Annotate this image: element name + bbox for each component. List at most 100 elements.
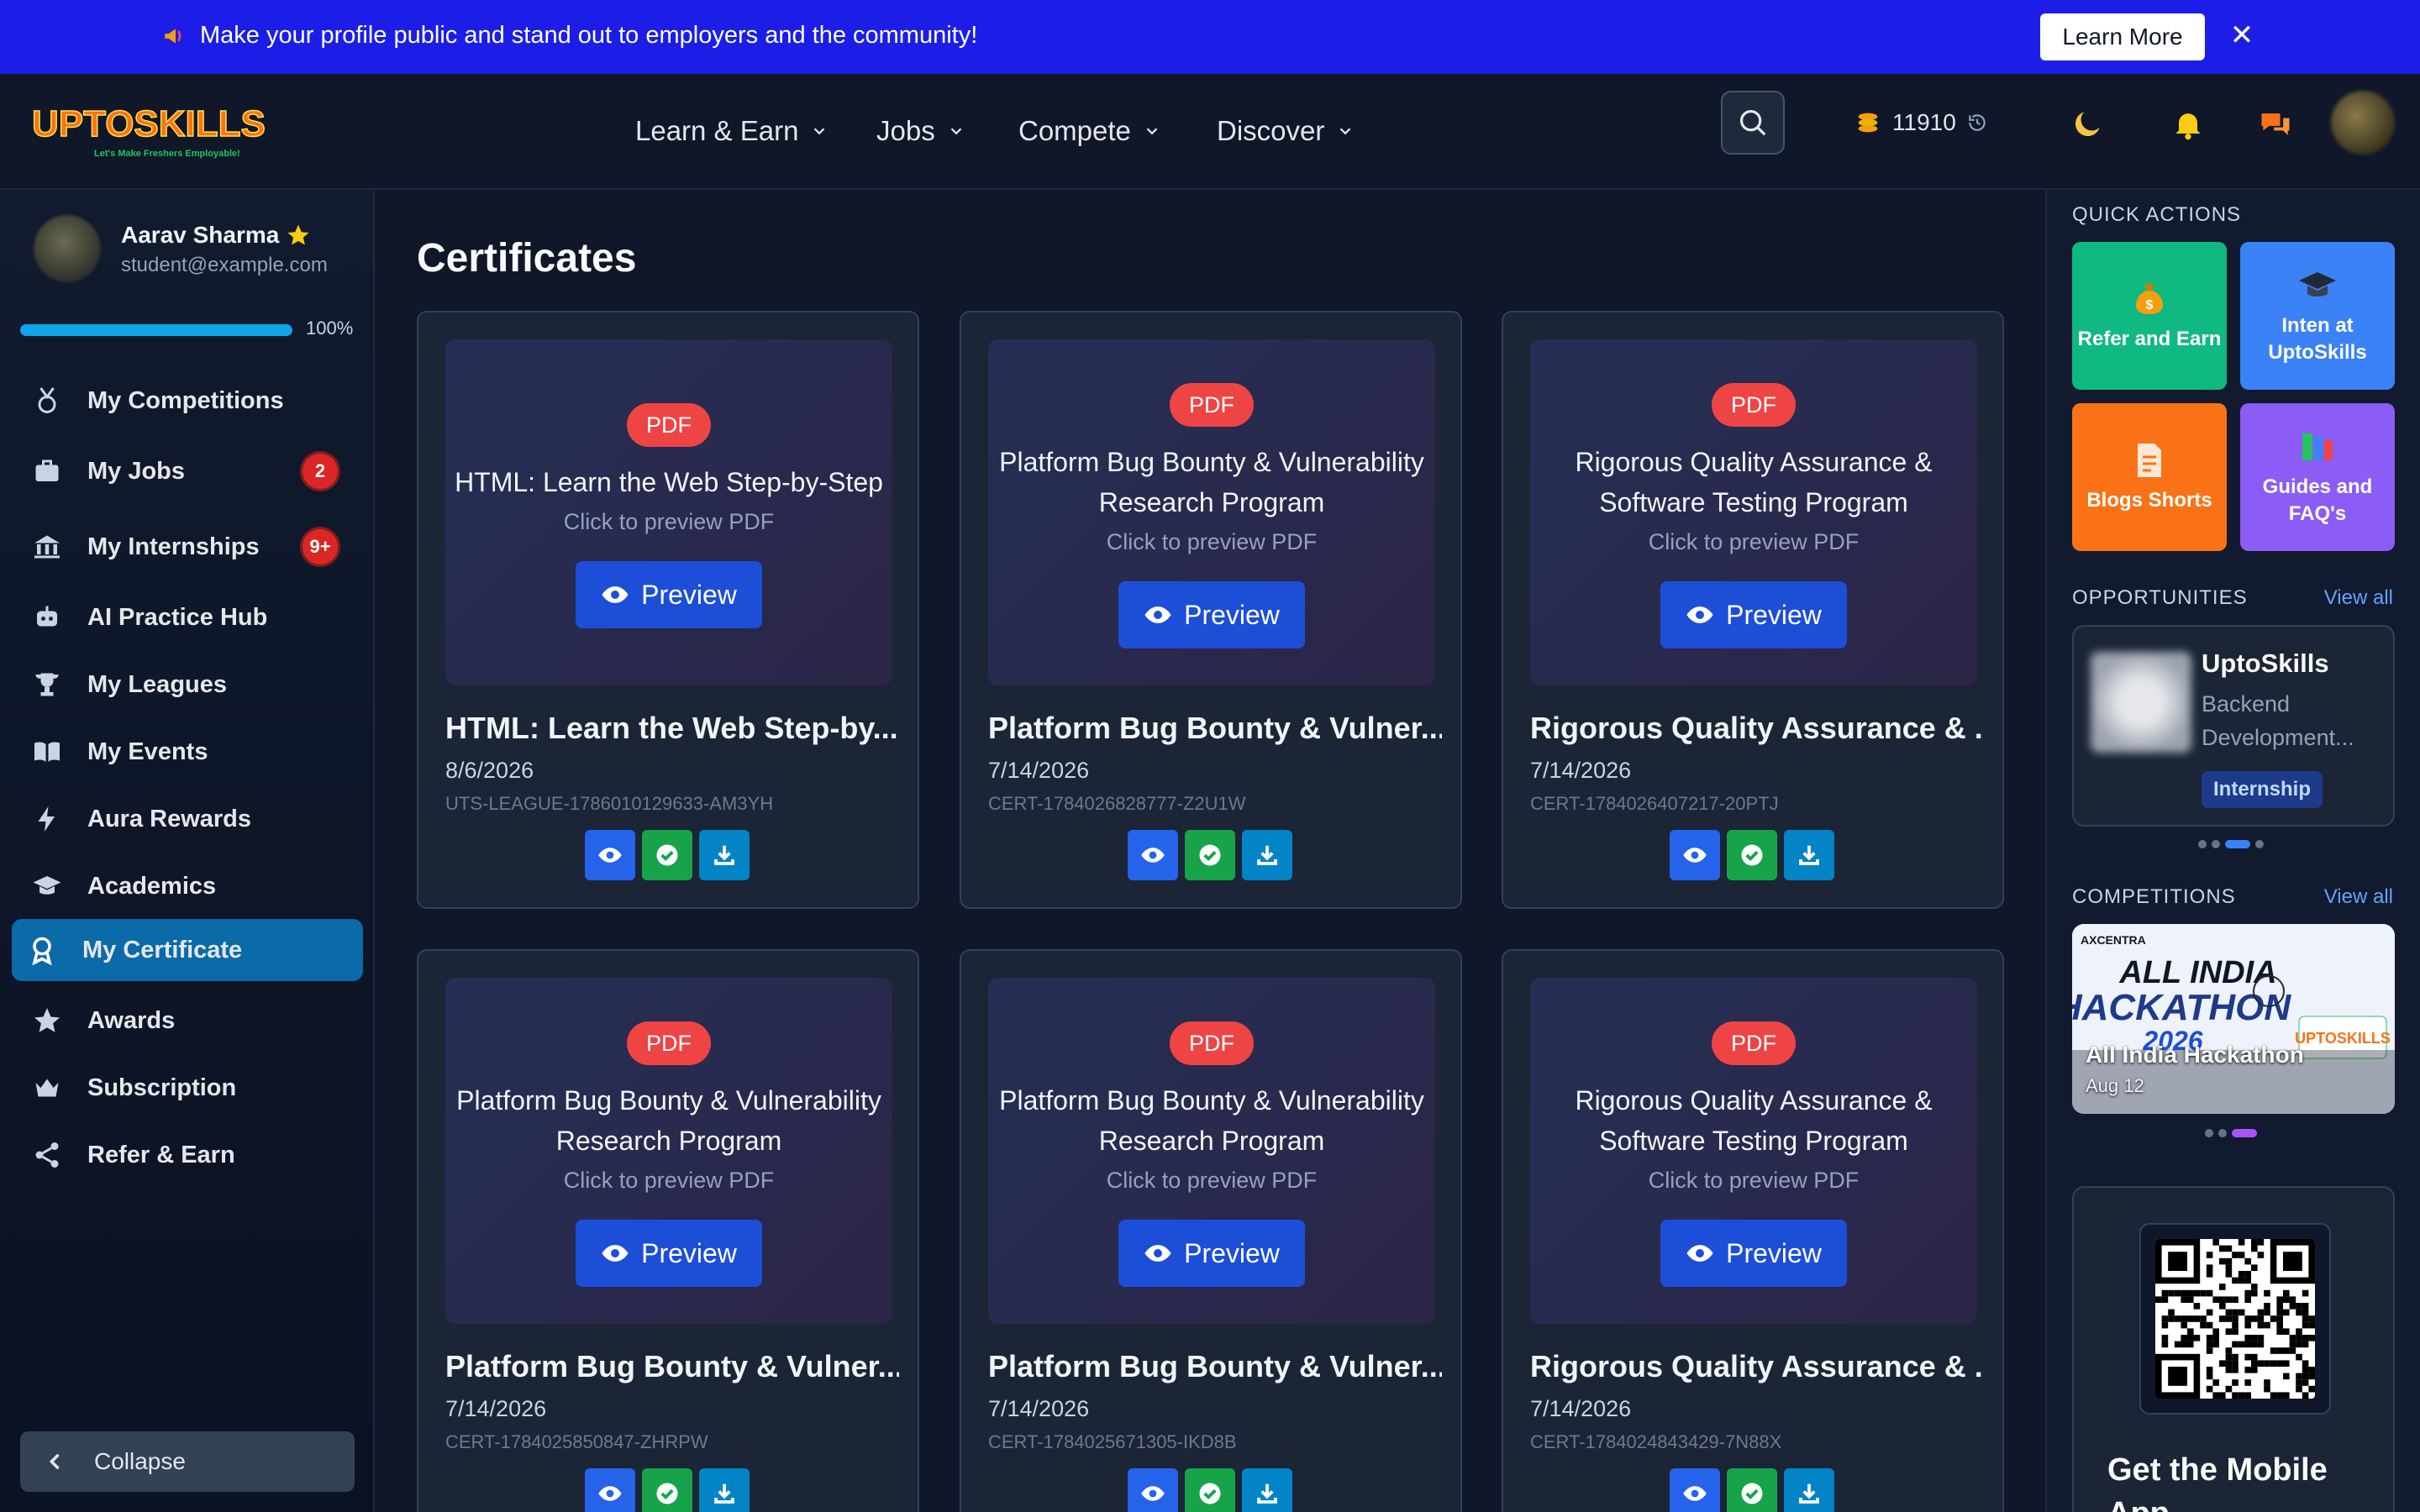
coin-count: 11910 — [1892, 109, 1956, 135]
sidebar-item-subscription[interactable]: Subscription — [12, 1057, 363, 1119]
eye-icon — [1683, 848, 1707, 863]
download-button[interactable] — [1242, 1468, 1292, 1512]
coin-balance[interactable]: 11910 — [1854, 106, 1988, 139]
certificate-id: UTS-LEAGUE-1786010129633-AM3YH — [445, 793, 774, 814]
view-button[interactable] — [1670, 830, 1720, 880]
uptoskills-logo[interactable]: UPTOSKILLS Let's Make Freshers Employabl… — [27, 99, 271, 163]
sidebar-item-aura-rewards[interactable]: Aura Rewards — [12, 788, 363, 850]
verify-button[interactable] — [642, 830, 692, 880]
sidebar-item-academics[interactable]: Academics — [12, 855, 363, 917]
preview-title: Platform Bug Bounty & Vulnerability Rese… — [999, 1085, 1424, 1156]
sidebar-item-my-leagues[interactable]: My Leagues — [12, 654, 363, 716]
quick-action-blogs-shorts[interactable]: Blogs Shorts — [2072, 403, 2227, 551]
carousel-dot[interactable] — [2205, 1129, 2213, 1137]
sidebar-item-label: Awards — [87, 1006, 176, 1034]
carousel-dot-active[interactable] — [2232, 1129, 2257, 1137]
profile-name: Aarav Sharma — [121, 222, 311, 249]
carousel-dot[interactable] — [2218, 1129, 2227, 1137]
quick-actions-heading: QUICK ACTIONS — [2072, 203, 2242, 226]
carousel-dot[interactable] — [2198, 840, 2207, 848]
sidebar-item-my-competitions[interactable]: My Competitions — [12, 370, 363, 432]
nav-discover[interactable]: Discover — [1217, 108, 1355, 155]
preview-button[interactable]: Preview — [1118, 581, 1305, 648]
chat-icon[interactable] — [2257, 106, 2294, 143]
verify-button[interactable] — [642, 1468, 692, 1512]
quick-action-label: Refer and Earn — [2077, 328, 2222, 350]
user-avatar[interactable] — [2331, 91, 2395, 155]
close-icon[interactable]: ✕ — [2225, 18, 2259, 52]
company-logo — [2091, 652, 2191, 753]
quick-action-intern[interactable]: Inten at UptoSkills — [2240, 242, 2395, 390]
qr-code[interactable] — [2155, 1239, 2315, 1399]
quick-action-refer-earn[interactable]: $ Refer and Earn — [2072, 242, 2227, 390]
carousel-dot-active[interactable] — [2225, 840, 2250, 848]
competition-card[interactable]: AXCENTRA ALL INDIA HACKATHON 2026 UPTOSK… — [2072, 924, 2395, 1114]
certificate-preview[interactable]: PDF Rigorous Quality Assurance & Softwar… — [1530, 339, 1977, 685]
preview-button-label: Preview — [1726, 1237, 1822, 1268]
preview-button[interactable]: Preview — [576, 1220, 762, 1287]
verify-button[interactable] — [1185, 830, 1235, 880]
history-icon[interactable] — [1966, 112, 1988, 134]
certificate-date: 7/14/2026 — [1530, 758, 1632, 783]
certificate-preview[interactable]: PDF Platform Bug Bounty & Vulnerability … — [445, 978, 892, 1324]
quick-action-label: Blogs Shorts — [2086, 489, 2212, 512]
collapse-button[interactable]: Collapse — [20, 1431, 355, 1492]
preview-button[interactable]: Preview — [1660, 1220, 1847, 1287]
competitions-view-all-link[interactable]: View all — [2324, 885, 2393, 909]
view-button[interactable] — [1128, 1468, 1178, 1512]
verify-button[interactable] — [1727, 830, 1777, 880]
profile-name-text: Aarav Sharma — [121, 222, 280, 248]
sidebar: Aarav Sharma student@example.com 100% My… — [0, 190, 375, 1512]
download-button[interactable] — [1784, 1468, 1834, 1512]
star-icon — [287, 224, 309, 245]
sidebar-item-my-jobs[interactable]: My Jobs 2 — [12, 440, 363, 502]
download-button[interactable] — [699, 1468, 750, 1512]
download-button[interactable] — [1784, 830, 1834, 880]
certificate-actions — [1670, 1468, 1834, 1512]
nav-jobs[interactable]: Jobs — [876, 108, 965, 155]
quick-action-guides-faqs[interactable]: Guides and FAQ's — [2240, 403, 2395, 551]
sidebar-item-my-events[interactable]: My Events — [12, 721, 363, 783]
sidebar-item-label: My Certificate — [82, 936, 243, 963]
download-button[interactable] — [1242, 830, 1292, 880]
carousel-dot[interactable] — [2212, 840, 2220, 848]
search-button[interactable] — [1721, 91, 1785, 155]
download-button[interactable] — [699, 830, 750, 880]
opportunities-view-all-link[interactable]: View all — [2324, 586, 2393, 610]
chevron-left-icon — [49, 1453, 60, 1470]
verify-button[interactable] — [1185, 1468, 1235, 1512]
certificate-date: 8/6/2026 — [445, 758, 534, 783]
preview-button[interactable]: Preview — [1118, 1220, 1305, 1287]
sidebar-item-ai-practice-hub[interactable]: AI Practice Hub — [12, 586, 363, 648]
sidebar-item-refer-earn[interactable]: Refer & Earn — [12, 1124, 363, 1186]
sidebar-item-my-internships[interactable]: My Internships 9+ — [12, 516, 363, 578]
preview-button[interactable]: Preview — [1660, 581, 1847, 648]
building-icon — [34, 535, 60, 559]
certificate-preview[interactable]: PDF Platform Bug Bounty & Vulnerability … — [988, 978, 1435, 1324]
certificate-preview[interactable]: PDF HTML: Learn the Web Step-by-Step Cli… — [445, 339, 892, 685]
certificate-preview[interactable]: PDF Platform Bug Bounty & Vulnerability … — [988, 339, 1435, 685]
learn-more-button[interactable]: Learn More — [2040, 13, 2205, 60]
view-button[interactable] — [1128, 830, 1178, 880]
carousel-dot[interactable] — [2255, 840, 2264, 848]
opportunity-card[interactable]: UptoSkills Backend Development... Intern… — [2072, 625, 2395, 827]
sidebar-item-awards[interactable]: Awards — [12, 990, 363, 1052]
avatar[interactable] — [34, 215, 101, 282]
opportunity-carousel-dots[interactable] — [2198, 840, 2264, 848]
certificate-preview[interactable]: PDF Rigorous Quality Assurance & Softwar… — [1530, 978, 1977, 1324]
nav-learn-earn[interactable]: Learn & Earn — [635, 108, 829, 155]
competition-carousel-dots[interactable] — [2205, 1129, 2257, 1137]
competition-org: AXCENTRA — [2081, 933, 2146, 947]
verify-button[interactable] — [1727, 1468, 1777, 1512]
sidebar-item-my-certificate[interactable]: My Certificate — [12, 919, 363, 981]
bell-icon[interactable] — [2170, 106, 2207, 143]
view-button[interactable] — [585, 830, 635, 880]
profile-progress-label: 100% — [306, 318, 354, 339]
nav-compete[interactable]: Compete — [1018, 108, 1161, 155]
sidebar-item-label: Academics — [87, 872, 217, 900]
preview-button[interactable]: Preview — [576, 561, 762, 628]
moon-icon[interactable] — [2069, 106, 2106, 143]
view-button[interactable] — [585, 1468, 635, 1512]
megaphone-icon — [165, 29, 182, 44]
view-button[interactable] — [1670, 1468, 1720, 1512]
